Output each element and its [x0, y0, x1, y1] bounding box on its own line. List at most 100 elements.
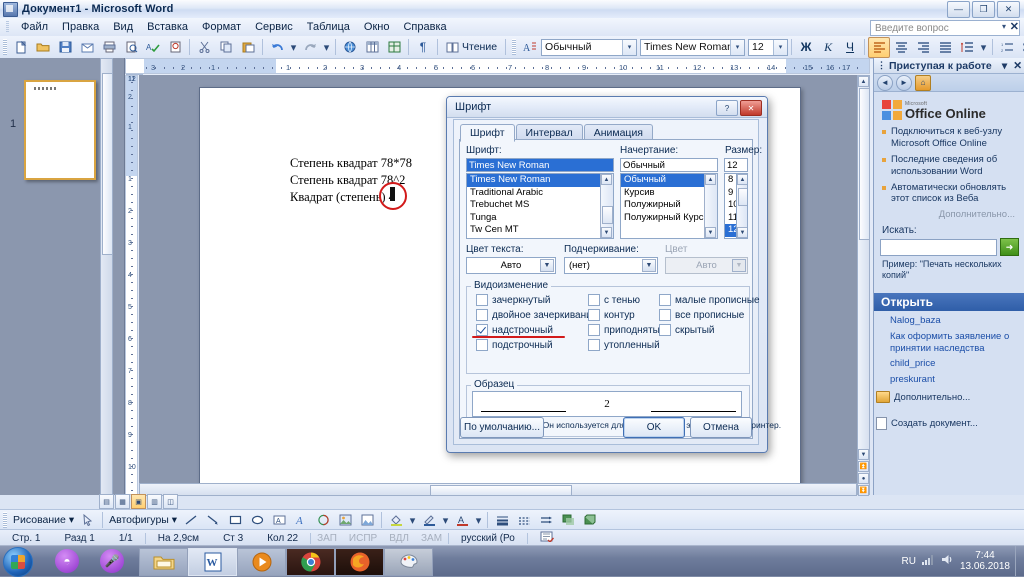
dash-style-icon[interactable] — [513, 510, 535, 531]
scroll-down-icon[interactable]: ▼ — [858, 449, 869, 460]
fill-color-dropdown-icon[interactable]: ▾ — [407, 510, 418, 531]
print-preview-icon[interactable] — [120, 37, 142, 58]
menu-item-edit[interactable]: Правка — [55, 20, 106, 34]
font-list[interactable]: Times New Roman Traditional Arabic Trebu… — [466, 173, 614, 239]
effect-double-strikethrough[interactable]: двойное зачеркивание — [476, 309, 597, 321]
diagram-icon[interactable] — [312, 510, 334, 531]
effect-shadow[interactable]: с тенью — [588, 294, 640, 306]
font-list-scrollbar-thumb[interactable] — [602, 206, 613, 224]
clock[interactable]: 7:44 13.06.2018 — [960, 550, 1010, 573]
spellcheck-icon[interactable]: A — [142, 37, 164, 58]
copy-icon[interactable] — [215, 37, 237, 58]
task-pane-nav[interactable]: ◄ ► ⌂ — [874, 74, 1024, 92]
back-icon[interactable]: ◄ — [877, 74, 893, 91]
chevron-down-icon[interactable]: ▾ — [622, 39, 637, 55]
home-icon[interactable]: ⌂ — [915, 74, 931, 91]
size-list-scrollbar[interactable]: ▲ ▼ — [736, 173, 748, 239]
taskbar-app-paint[interactable] — [384, 548, 433, 576]
close-button[interactable]: ✕ — [997, 1, 1020, 18]
numbered-list-button[interactable]: 12 — [996, 37, 1018, 58]
underline-combo[interactable]: (нет) ▼ — [564, 257, 658, 274]
checkbox[interactable] — [659, 309, 671, 321]
menu-item-insert[interactable]: Вставка — [140, 20, 195, 34]
start-button-icon[interactable] — [3, 547, 33, 577]
checkbox[interactable] — [476, 309, 488, 321]
line-color-icon[interactable] — [418, 510, 440, 531]
bold-button[interactable]: Ж — [795, 37, 817, 58]
menu-item-view[interactable]: Вид — [106, 20, 140, 34]
new-document-link[interactable]: Создать документ... — [876, 417, 1024, 431]
recent-file-link[interactable]: Nalog_baza — [890, 315, 1024, 327]
font-style-list-item[interactable]: Обычный — [621, 174, 717, 187]
effect-hidden[interactable]: скрытый — [659, 324, 714, 336]
effect-subscript[interactable]: подстрочный — [476, 339, 553, 351]
select-browse-object-icon[interactable]: ● — [858, 473, 869, 484]
line-spacing-button[interactable] — [956, 37, 978, 58]
checkbox[interactable] — [588, 294, 600, 306]
align-left-button[interactable] — [868, 36, 891, 58]
toolbar-grip-icon[interactable] — [3, 39, 7, 55]
menu-item-file[interactable]: Файл — [14, 20, 55, 34]
font-color-draw-icon[interactable]: A — [451, 510, 473, 531]
redo-icon[interactable] — [299, 37, 321, 58]
chevron-down-icon[interactable]: ▾ — [773, 39, 788, 55]
undo-icon[interactable] — [266, 37, 288, 58]
menu-item-window[interactable]: Окно — [357, 20, 397, 34]
recent-file-link[interactable]: Как оформить заявление о принятии наслед… — [890, 331, 1024, 355]
email-icon[interactable] — [76, 37, 98, 58]
style-list-scrollbar[interactable]: ▲ ▼ — [704, 174, 717, 238]
menu-item-table[interactable]: Таблица — [300, 20, 357, 34]
previous-page-icon[interactable]: ⏫ — [858, 461, 869, 472]
font-dialog[interactable]: Шрифт ? ✕ Шрифт Интервал Анимация Шрифт:… — [446, 96, 781, 453]
effect-engrave[interactable]: утопленный — [588, 339, 660, 351]
status-mode-trk[interactable]: ИСПР — [343, 533, 383, 544]
insert-picture-icon[interactable] — [356, 510, 378, 531]
font-color-draw-dropdown-icon[interactable]: ▾ — [473, 510, 484, 531]
font-name-input[interactable]: Times New Roman — [466, 158, 614, 172]
checkbox[interactable] — [588, 339, 600, 351]
task-pane-more-link[interactable]: Дополнительно... — [880, 209, 1019, 220]
font-style-list-item[interactable]: Полужирный — [621, 199, 717, 212]
font-list-item[interactable]: Traditional Arabic — [467, 187, 613, 200]
language-indicator[interactable]: RU — [901, 556, 915, 567]
effect-all-caps[interactable]: все прописные — [659, 309, 744, 321]
task-pane-grip-icon[interactable]: ⋮ — [877, 60, 886, 71]
thumbnail-scrollbar-thumb[interactable] — [102, 73, 113, 255]
document-scrollbar-thumb[interactable] — [859, 88, 870, 240]
font-list-scrollbar[interactable]: ▲ ▼ — [600, 174, 613, 238]
checkbox[interactable] — [659, 324, 671, 336]
arrow-icon[interactable] — [202, 510, 224, 531]
print-icon[interactable] — [98, 37, 120, 58]
network-icon[interactable] — [921, 553, 936, 569]
text-box-icon[interactable]: A — [268, 510, 290, 531]
taskbar-app-media-player[interactable] — [237, 548, 286, 576]
font-size-combo[interactable]: 12 ▾ — [748, 38, 789, 56]
menu-item-tools[interactable]: Сервис — [248, 20, 300, 34]
search-input[interactable] — [880, 238, 997, 256]
task-pane-link-item[interactable]: Подключиться к веб-узлу Microsoft Office… — [880, 126, 1019, 150]
window-controls[interactable]: — ❐ ✕ — [947, 1, 1020, 18]
checkbox[interactable] — [476, 324, 488, 336]
cortana-icon[interactable]: ◓ — [55, 549, 79, 573]
page-thumbnail[interactable] — [24, 80, 96, 180]
search-go-icon[interactable]: ➜ — [1000, 238, 1019, 257]
task-pane-link-item[interactable]: Автоматически обновлять этот список из В… — [880, 182, 1019, 206]
bulleted-list-button[interactable] — [1018, 37, 1024, 58]
scroll-down-icon[interactable]: ▼ — [705, 227, 716, 238]
menu-item-help[interactable]: Справка — [396, 20, 453, 34]
set-default-button[interactable]: По умолчанию... — [460, 417, 544, 438]
font-style-input[interactable]: Обычный — [620, 158, 718, 172]
microphone-icon[interactable]: 🎤 — [100, 549, 124, 573]
size-list-scrollbar-thumb[interactable] — [738, 188, 747, 206]
line-spacing-dropdown-icon[interactable]: ▾ — [978, 37, 989, 58]
oval-icon[interactable] — [246, 510, 268, 531]
shadow-style-icon[interactable] — [557, 510, 579, 531]
next-page-icon[interactable]: ⏬ — [858, 485, 869, 496]
menu-grip-icon[interactable] — [6, 21, 9, 33]
ask-question-input[interactable]: Введите вопрос — [870, 20, 1020, 36]
arrow-style-icon[interactable] — [535, 510, 557, 531]
checkbox[interactable] — [588, 324, 600, 336]
scroll-up-icon[interactable]: ▲ — [737, 174, 747, 185]
effect-small-caps[interactable]: малые прописные — [659, 294, 760, 306]
underline-button[interactable]: Ч — [839, 37, 861, 58]
